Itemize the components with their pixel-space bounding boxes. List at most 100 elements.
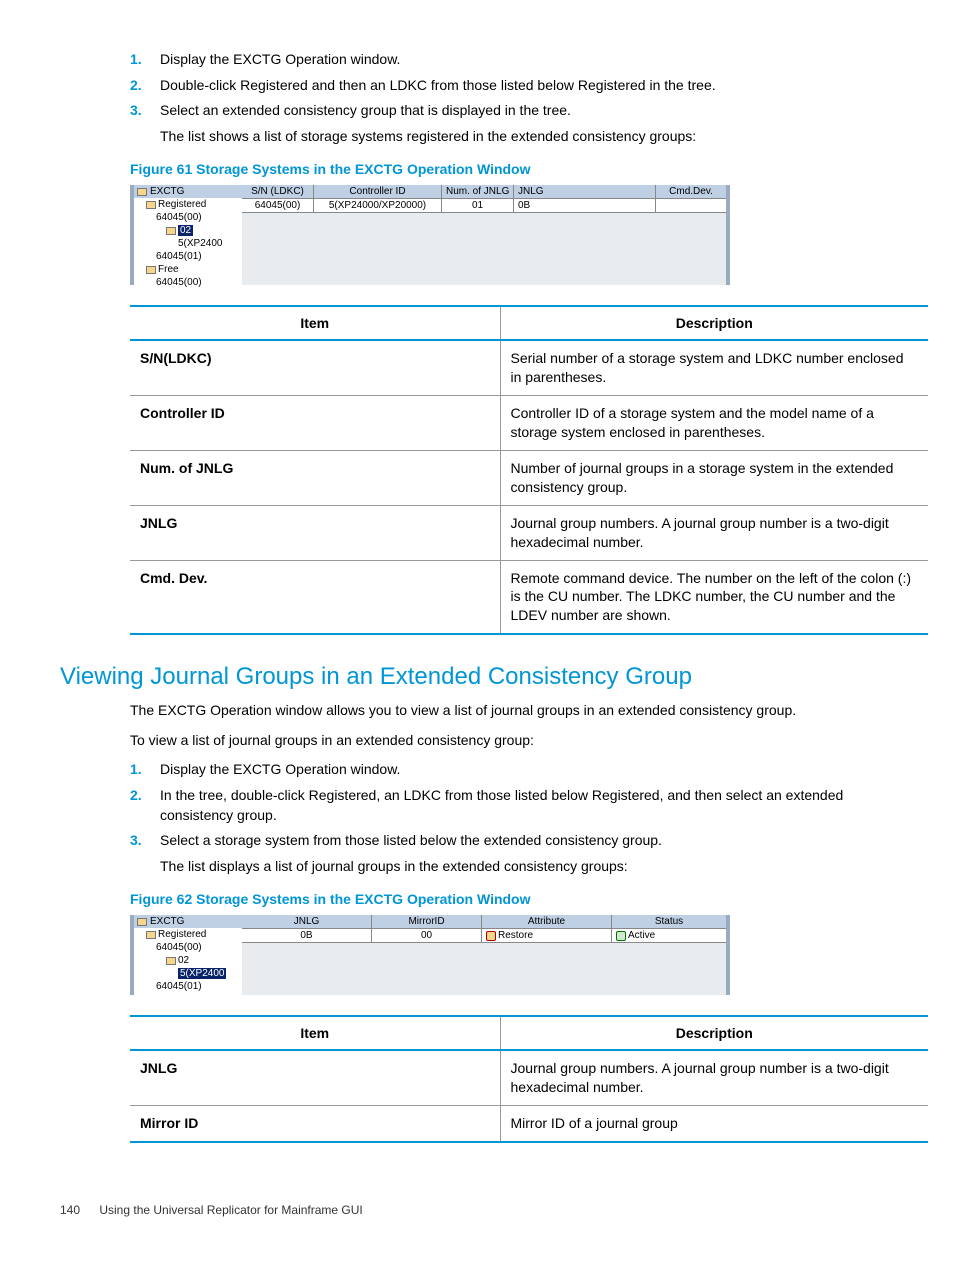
step-text: The list displays a list of journal grou… [160, 857, 894, 877]
cell: 00 [372, 929, 482, 943]
grid-row[interactable]: 64045(00) 5(XP24000/XP20000) 01 0B [242, 199, 726, 213]
tree-node[interactable]: 64045(00) [134, 941, 242, 954]
desc: Controller ID of a storage system and th… [500, 396, 928, 451]
cell: 0B [242, 929, 372, 943]
tree-node[interactable]: 64045(01) [134, 980, 242, 993]
paragraph: The EXCTG Operation window allows you to… [130, 701, 894, 721]
table-row: Mirror IDMirror ID of a journal group [130, 1106, 928, 1142]
grid-header: S/N (LDKC) Controller ID Num. of JNLG JN… [242, 185, 726, 199]
tree-label: 02 [178, 225, 193, 236]
table-row: JNLGJournal group numbers. A journal gro… [130, 505, 928, 560]
step-text: Select a storage system from those liste… [160, 831, 894, 851]
tree-node[interactable]: Free [134, 263, 242, 276]
cell: Restore [482, 929, 612, 943]
tree-label: 64045(00) [156, 212, 202, 223]
cell [656, 199, 726, 213]
folder-icon [166, 227, 176, 235]
step-text: In the tree, double-click Registered, an… [160, 786, 894, 825]
tree-node[interactable]: 02 [134, 954, 242, 967]
step-num: 3. [130, 831, 160, 851]
page-number: 140 [60, 1203, 96, 1217]
step-list-1: 1.Display the EXCTG Operation window. 2.… [130, 50, 894, 146]
grid-empty [242, 213, 726, 285]
table-row: Num. of JNLGNumber of journal groups in … [130, 450, 928, 505]
col-item: Item [130, 1016, 500, 1050]
step-num: 2. [130, 76, 160, 96]
tree-node[interactable]: 64045(00) [134, 276, 242, 289]
tree-root[interactable]: EXCTG [134, 185, 242, 198]
tree-node[interactable]: 5(XP2400 [134, 237, 242, 250]
item: JNLG [130, 505, 500, 560]
item: Cmd. Dev. [130, 560, 500, 634]
col-description: Description [500, 1016, 928, 1050]
tree-label: Registered [158, 199, 206, 210]
step-text: The list shows a list of storage systems… [160, 127, 894, 147]
cell: Active [612, 929, 726, 943]
col-description: Description [500, 306, 928, 340]
col-jnlg[interactable]: JNLG [242, 915, 372, 929]
tree-label: EXCTG [150, 186, 184, 197]
tree-label: EXCTG [150, 916, 184, 927]
tree-node[interactable]: Registered [134, 928, 242, 941]
desc: Journal group numbers. A journal group n… [500, 1050, 928, 1105]
col-item: Item [130, 306, 500, 340]
page-footer: 140 Using the Universal Replicator for M… [60, 1203, 894, 1217]
step-num: 3. [130, 101, 160, 121]
folder-icon [137, 918, 147, 926]
desc: Mirror ID of a journal group [500, 1106, 928, 1142]
table-row: JNLGJournal group numbers. A journal gro… [130, 1050, 928, 1105]
tree-label: Registered [158, 929, 206, 940]
table-row: S/N(LDKC)Serial number of a storage syst… [130, 340, 928, 395]
section-heading: Viewing Journal Groups in an Extended Co… [60, 663, 894, 691]
tree-node[interactable]: 5(XP2400 [134, 967, 242, 980]
step-num: 1. [130, 760, 160, 780]
desc: Number of journal groups in a storage sy… [500, 450, 928, 505]
footer-text: Using the Universal Replicator for Mainf… [99, 1203, 362, 1217]
tree-label: 64045(01) [156, 251, 202, 262]
col-sn[interactable]: S/N (LDKC) [242, 185, 314, 199]
step-list-2: 1.Display the EXCTG Operation window. 2.… [130, 760, 894, 876]
tree-node[interactable]: Registered [134, 198, 242, 211]
tree-root[interactable]: EXCTG [134, 915, 242, 928]
folder-icon [146, 931, 156, 939]
step-text: Display the EXCTG Operation window. [160, 760, 894, 780]
folder-icon [146, 201, 156, 209]
item: Mirror ID [130, 1106, 500, 1142]
figure-caption: Figure 62 Storage Systems in the EXCTG O… [130, 891, 894, 907]
attribute-icon [486, 931, 496, 941]
col-controller-id[interactable]: Controller ID [314, 185, 442, 199]
table-row: Cmd. Dev.Remote command device. The numb… [130, 560, 928, 634]
folder-icon [166, 957, 176, 965]
tree-node[interactable]: 64045(01) [134, 250, 242, 263]
grid-row[interactable]: 0B 00 Restore Active [242, 929, 726, 943]
col-status[interactable]: Status [612, 915, 726, 929]
desc: Serial number of a storage system and LD… [500, 340, 928, 395]
tree-label: 02 [178, 955, 189, 966]
folder-icon [137, 188, 147, 196]
description-table-1: Item Description S/N(LDKC)Serial number … [130, 305, 928, 635]
col-num-jnlg[interactable]: Num. of JNLG [442, 185, 514, 199]
figure-caption: Figure 61 Storage Systems in the EXCTG O… [130, 161, 894, 177]
folder-icon [146, 266, 156, 274]
col-jnlg[interactable]: JNLG [514, 185, 656, 199]
step-num: 1. [130, 50, 160, 70]
screenshot-fig62: EXCTG Registered 64045(00) 02 5(XP2400 6… [130, 915, 730, 995]
desc: Journal group numbers. A journal group n… [500, 505, 928, 560]
item: Controller ID [130, 396, 500, 451]
tree-label: 64045(00) [156, 277, 202, 288]
col-mirror-id[interactable]: MirrorID [372, 915, 482, 929]
tree-label: Free [158, 264, 179, 275]
cell: 5(XP24000/XP20000) [314, 199, 442, 213]
grid-header: JNLG MirrorID Attribute Status [242, 915, 726, 929]
tree-node[interactable]: 02 [134, 224, 242, 237]
col-attribute[interactable]: Attribute [482, 915, 612, 929]
tree-panel: EXCTG Registered 64045(00) 02 5(XP2400 6… [130, 915, 242, 995]
cell: 64045(00) [242, 199, 314, 213]
cell: 0B [514, 199, 656, 213]
tree-panel: EXCTG Registered 64045(00) 02 5(XP2400 6… [130, 185, 242, 285]
col-cmd-dev[interactable]: Cmd.Dev. [656, 185, 726, 199]
tree-node[interactable]: 64045(00) [134, 211, 242, 224]
step-text: Select an extended consistency group tha… [160, 101, 894, 121]
table-row: Controller IDController ID of a storage … [130, 396, 928, 451]
desc: Remote command device. The number on the… [500, 560, 928, 634]
